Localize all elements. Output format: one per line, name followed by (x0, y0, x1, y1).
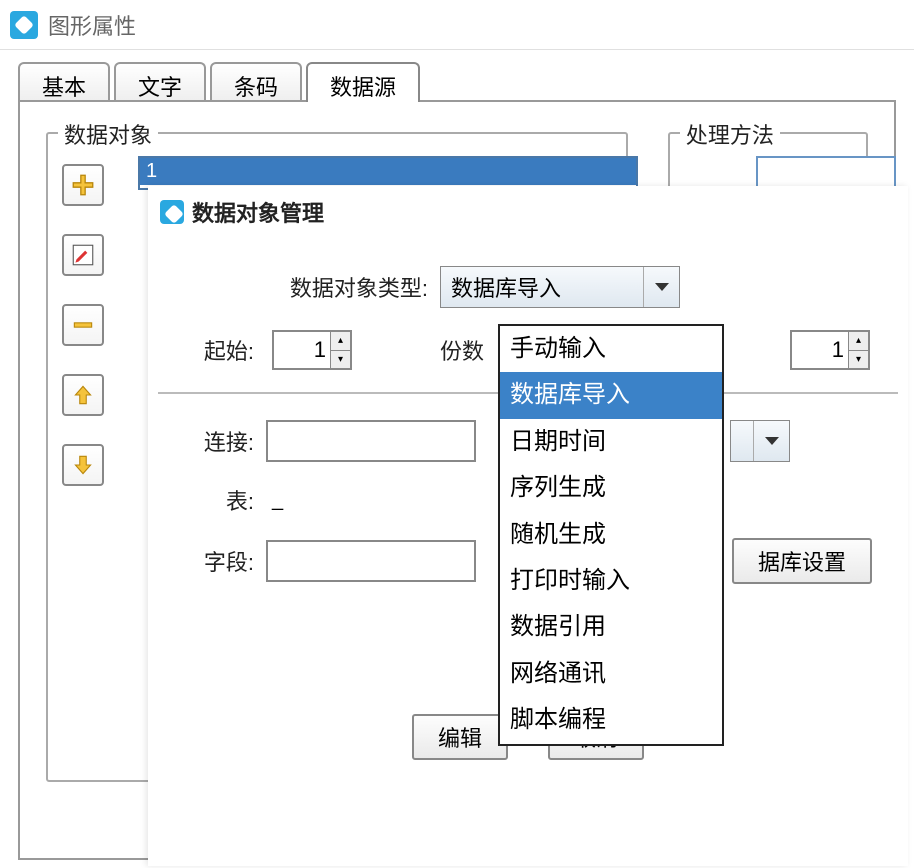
tab-text[interactable]: 文字 (114, 62, 206, 102)
data-object-list[interactable]: 1 (138, 156, 638, 190)
field-input[interactable] (266, 540, 476, 582)
plus-icon (70, 172, 96, 198)
dialog-titlebar: 数据对象管理 (148, 186, 908, 238)
conn-input[interactable] (266, 420, 476, 462)
db-settings-button[interactable]: 据库设置 (732, 538, 872, 584)
move-down-button[interactable] (62, 444, 104, 486)
group-legend-data-object: 数据对象 (58, 118, 158, 150)
start-label: 起始: (198, 334, 254, 366)
arrow-up-icon (70, 382, 96, 408)
table-value: _ (266, 489, 283, 512)
app-icon (10, 11, 38, 39)
conn-label: 连接: (198, 425, 254, 457)
type-dropdown-list[interactable]: 手动输入 数据库导入 日期时间 序列生成 随机生成 打印时输入 数据引用 网络通… (498, 324, 724, 746)
method-list[interactable] (756, 156, 896, 190)
field-label: 字段: (198, 545, 254, 577)
window-title: 图形属性 (48, 9, 136, 41)
minus-icon (70, 312, 96, 338)
chevron-down-icon[interactable] (643, 267, 679, 307)
type-combo[interactable]: 数据库导入 (440, 266, 680, 308)
table-label: 表: (198, 484, 254, 516)
dropdown-option[interactable]: 手动输入 (500, 326, 722, 372)
edit-button[interactable] (62, 234, 104, 276)
remove-button[interactable] (62, 304, 104, 346)
dropdown-option[interactable]: 打印时输入 (500, 558, 722, 604)
tab-datasource[interactable]: 数据源 (306, 62, 420, 102)
dropdown-option[interactable]: 序列生成 (500, 465, 722, 511)
tab-basic[interactable]: 基本 (18, 62, 110, 102)
list-item[interactable]: 1 (140, 158, 636, 185)
type-combo-value: 数据库导入 (441, 271, 643, 303)
dropdown-option[interactable]: 日期时间 (500, 419, 722, 465)
copies-spinner-down[interactable]: ▾ (848, 351, 868, 369)
pencil-icon (70, 242, 96, 268)
tool-column (62, 154, 112, 486)
dialog-title-text: 数据对象管理 (192, 196, 324, 228)
type-label: 数据对象类型: (278, 271, 428, 303)
window-titlebar: 图形属性 (0, 0, 914, 50)
group-legend-method: 处理方法 (680, 118, 780, 150)
copies-label: 份数 (428, 334, 484, 366)
dropdown-option[interactable]: 网络通讯 (500, 651, 722, 697)
move-up-button[interactable] (62, 374, 104, 416)
tab-barcode[interactable]: 条码 (210, 62, 302, 102)
start-input[interactable] (274, 332, 330, 368)
conn-combo[interactable] (730, 420, 790, 462)
edit-dialog-button[interactable]: 编辑 (412, 714, 508, 760)
start-spinner-down[interactable]: ▾ (330, 351, 350, 369)
dropdown-option[interactable]: 脚本编程 (500, 697, 722, 743)
copies-input[interactable] (792, 332, 848, 368)
dropdown-option[interactable]: 数据引用 (500, 604, 722, 650)
copies-spinner-up[interactable]: ▴ (848, 332, 868, 351)
tab-bar: 基本 文字 条码 数据源 (0, 50, 914, 102)
dropdown-option[interactable]: 随机生成 (500, 512, 722, 558)
chevron-down-icon[interactable] (753, 421, 789, 461)
arrow-down-icon (70, 452, 96, 478)
copies-spinner[interactable]: ▴ ▾ (790, 330, 870, 370)
start-spinner-up[interactable]: ▴ (330, 332, 350, 351)
add-button[interactable] (62, 164, 104, 206)
dialog-icon (160, 200, 184, 224)
dropdown-option[interactable]: 数据库导入 (500, 372, 722, 418)
start-spinner[interactable]: ▴ ▾ (272, 330, 352, 370)
